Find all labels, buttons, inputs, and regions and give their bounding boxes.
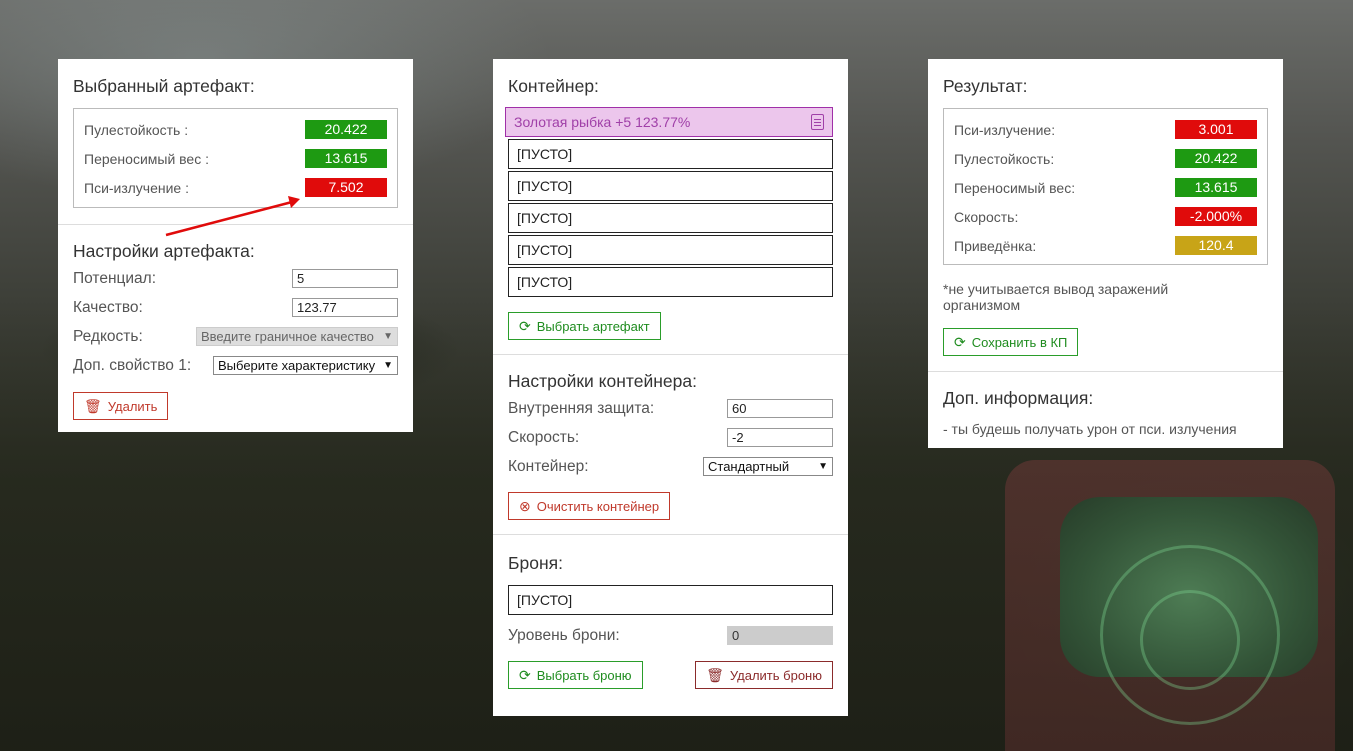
extra-property-select[interactable]: Выберите характеристику ▼ [213, 356, 398, 375]
container-slot[interactable]: [ПУСТО] [508, 235, 833, 265]
result-title: Результат: [943, 76, 1028, 96]
armor-level-row: Уровень брони: [508, 621, 833, 650]
refresh-icon: ⟳ [954, 334, 966, 350]
delete-armor-button[interactable]: 🗑 Удалить броню [695, 661, 833, 689]
speed-label: Скорость: [508, 428, 580, 446]
container-slot[interactable]: [ПУСТО] [508, 139, 833, 169]
save-to-kp-button[interactable]: ⟳ Сохранить в КП [943, 328, 1079, 356]
artifact-settings-title: Настройки артефакта: [73, 241, 255, 261]
result-stat-row: Переносимый вес: 13.615 [954, 173, 1257, 202]
result-stat-row: Приведёнка: 120.4 [954, 231, 1257, 260]
chevron-down-icon: ▼ [383, 360, 393, 371]
rarity-select[interactable]: Введите граничное качество ▼ [196, 327, 398, 346]
close-circle-icon: ⊗ [519, 498, 531, 514]
red-arrow-annotation [165, 196, 300, 237]
container-slot[interactable]: [ПУСТО] [508, 171, 833, 201]
chevron-down-icon: ▼ [383, 331, 393, 342]
rarity-label: Редкость: [73, 327, 143, 345]
stat-value-badge: 7.502 [305, 178, 387, 197]
speed-row: Скорость: [508, 423, 833, 452]
delete-artifact-button[interactable]: 🗑 Удалить [73, 392, 169, 420]
container-settings-title: Настройки контейнера: [508, 371, 697, 391]
refresh-icon: ⟳ [519, 667, 531, 683]
extra-property-label: Доп. свойство 1: [73, 356, 192, 374]
armor-title: Броня: [508, 553, 563, 573]
stat-value-badge: 13.615 [305, 149, 387, 168]
info-text: - ты будешь получать урон от пси. излуче… [943, 421, 1237, 437]
stat-value-badge: -2.000% [1175, 207, 1257, 226]
extra-property-row: Доп. свойство 1: Выберите характеристику… [73, 351, 398, 380]
artifact-stat-row: Переносимый вес : 13.615 [84, 144, 387, 173]
quality-input[interactable] [292, 298, 398, 317]
quality-row: Качество: [73, 293, 398, 322]
armor-level-label: Уровень брони: [508, 626, 620, 644]
potential-input[interactable] [292, 269, 398, 288]
stat-label: Пси-излучение: [954, 121, 1056, 138]
protection-input[interactable] [727, 399, 833, 418]
container-panel: Контейнер: Золотая рыбка +5 123.77% [ПУС… [493, 59, 848, 716]
armor-slot[interactable]: [ПУСТО] [508, 585, 833, 615]
potential-label: Потенциал: [73, 269, 157, 287]
result-stats-box: Пси-излучение: 3.001 Пулестойкость: 20.4… [943, 108, 1268, 265]
rarity-row: Редкость: Введите граничное качество ▼ [73, 322, 398, 351]
refresh-icon: ⟳ [519, 318, 531, 334]
result-note: *не учитывается вывод заражений организм… [943, 281, 1169, 313]
info-title: Доп. информация: [943, 388, 1094, 408]
result-stat-row: Пси-излучение: 3.001 [954, 115, 1257, 144]
container-type-select[interactable]: Стандартный ▼ [703, 457, 833, 476]
quality-label: Качество: [73, 298, 143, 316]
potential-row: Потенциал: [73, 264, 398, 293]
stat-value-badge: 20.422 [305, 120, 387, 139]
result-panel: Результат: Пси-излучение: 3.001 Пулестой… [928, 59, 1283, 448]
stat-value-badge: 3.001 [1175, 120, 1257, 139]
container-type-label: Контейнер: [508, 457, 589, 475]
artifact-stat-row: Пулестойкость : 20.422 [84, 115, 387, 144]
container-slot[interactable]: Золотая рыбка +5 123.77% [505, 107, 833, 137]
container-slot[interactable]: [ПУСТО] [508, 267, 833, 297]
stat-label: Пулестойкость : [84, 121, 189, 138]
speed-input[interactable] [727, 428, 833, 447]
choose-armor-button[interactable]: ⟳ Выбрать броню [508, 661, 643, 689]
trash-icon: 🗑 [706, 667, 724, 683]
document-icon[interactable] [811, 114, 824, 130]
stat-label: Пулестойкость: [954, 150, 1055, 167]
stat-label: Приведёнка: [954, 237, 1037, 254]
artifact-title: Выбранный артефакт: [73, 76, 255, 96]
stat-value-badge: 20.422 [1175, 149, 1257, 168]
container-title: Контейнер: [508, 76, 599, 96]
trash-icon: 🗑 [84, 398, 102, 414]
stat-label: Переносимый вес: [954, 179, 1076, 196]
protection-label: Внутренняя защита: [508, 399, 655, 417]
protection-row: Внутренняя защита: [508, 394, 833, 423]
stat-label: Переносимый вес : [84, 150, 210, 167]
background-radar-ring [1140, 590, 1240, 690]
result-stat-row: Пулестойкость: 20.422 [954, 144, 1257, 173]
chevron-down-icon: ▼ [818, 461, 828, 472]
stat-label: Скорость: [954, 208, 1019, 225]
container-type-row: Контейнер: Стандартный ▼ [508, 452, 833, 481]
armor-level-input [727, 626, 833, 645]
clear-container-button[interactable]: ⊗ Очистить контейнер [508, 492, 671, 520]
container-slot[interactable]: [ПУСТО] [508, 203, 833, 233]
choose-artifact-button[interactable]: ⟳ Выбрать артефакт [508, 312, 661, 340]
artifact-panel: Выбранный артефакт: Пулестойкость : 20.4… [58, 59, 413, 432]
stat-value-badge: 13.615 [1175, 178, 1257, 197]
result-stat-row: Скорость: -2.000% [954, 202, 1257, 231]
stat-value-badge: 120.4 [1175, 236, 1257, 255]
container-slots: Золотая рыбка +5 123.77% [ПУСТО] [ПУСТО]… [505, 107, 833, 297]
